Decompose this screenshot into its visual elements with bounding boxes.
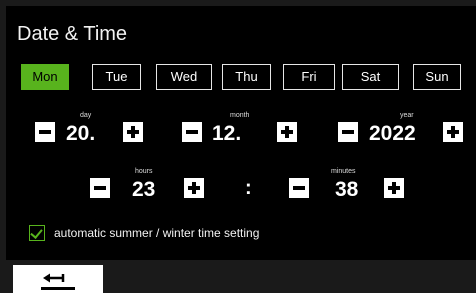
- month-increment-button[interactable]: [277, 122, 297, 142]
- day-value: 20.: [66, 122, 96, 145]
- hours-field: hours 23: [132, 168, 172, 202]
- weekday-fri[interactable]: Fri: [283, 64, 335, 90]
- return-arrow-icon: [41, 273, 75, 290]
- hours-increment-button[interactable]: [184, 178, 204, 198]
- minus-icon: [293, 186, 305, 190]
- weekday-wed[interactable]: Wed: [156, 64, 212, 90]
- minutes-decrement-button[interactable]: [289, 178, 309, 198]
- year-decrement-button[interactable]: [338, 122, 358, 142]
- weekday-tue[interactable]: Tue: [92, 64, 141, 90]
- minutes-label: minutes: [331, 168, 356, 175]
- checkmark-icon: [30, 226, 43, 239]
- year-label: year: [400, 112, 414, 119]
- minutes-field: minutes 38: [331, 168, 379, 202]
- weekday-mon[interactable]: Mon: [21, 64, 69, 90]
- plus-icon: [131, 126, 135, 138]
- minus-icon: [342, 130, 354, 134]
- time-separator: :: [245, 177, 252, 199]
- year-increment-button[interactable]: [443, 122, 463, 142]
- day-label: day: [80, 112, 92, 119]
- month-value: 12.: [212, 122, 242, 145]
- back-button[interactable]: [13, 265, 103, 293]
- minus-icon: [94, 186, 106, 190]
- plus-icon: [451, 126, 455, 138]
- month-label: month: [230, 112, 250, 119]
- year-value: 2022: [369, 122, 416, 145]
- dst-label: automatic summer / winter time setting: [54, 226, 260, 240]
- hours-decrement-button[interactable]: [90, 178, 110, 198]
- day-field: day 20.: [66, 112, 116, 146]
- plus-icon: [192, 182, 196, 194]
- hours-label: hours: [135, 168, 153, 175]
- hours-value: 23: [132, 178, 156, 201]
- weekday-sat[interactable]: Sat: [342, 64, 399, 90]
- minus-icon: [39, 130, 51, 134]
- month-field: month 12.: [212, 112, 272, 146]
- weekday-thu[interactable]: Thu: [222, 64, 271, 90]
- day-decrement-button[interactable]: [35, 122, 55, 142]
- minus-icon: [186, 130, 198, 134]
- day-increment-button[interactable]: [123, 122, 143, 142]
- plus-icon: [285, 126, 289, 138]
- minutes-increment-button[interactable]: [384, 178, 404, 198]
- weekday-sun[interactable]: Sun: [413, 64, 461, 90]
- minutes-value: 38: [335, 178, 359, 201]
- month-decrement-button[interactable]: [182, 122, 202, 142]
- plus-icon: [392, 182, 396, 194]
- page-title: Date & Time: [17, 23, 128, 45]
- dst-checkbox[interactable]: [29, 225, 45, 241]
- year-field: year 2022: [369, 112, 439, 146]
